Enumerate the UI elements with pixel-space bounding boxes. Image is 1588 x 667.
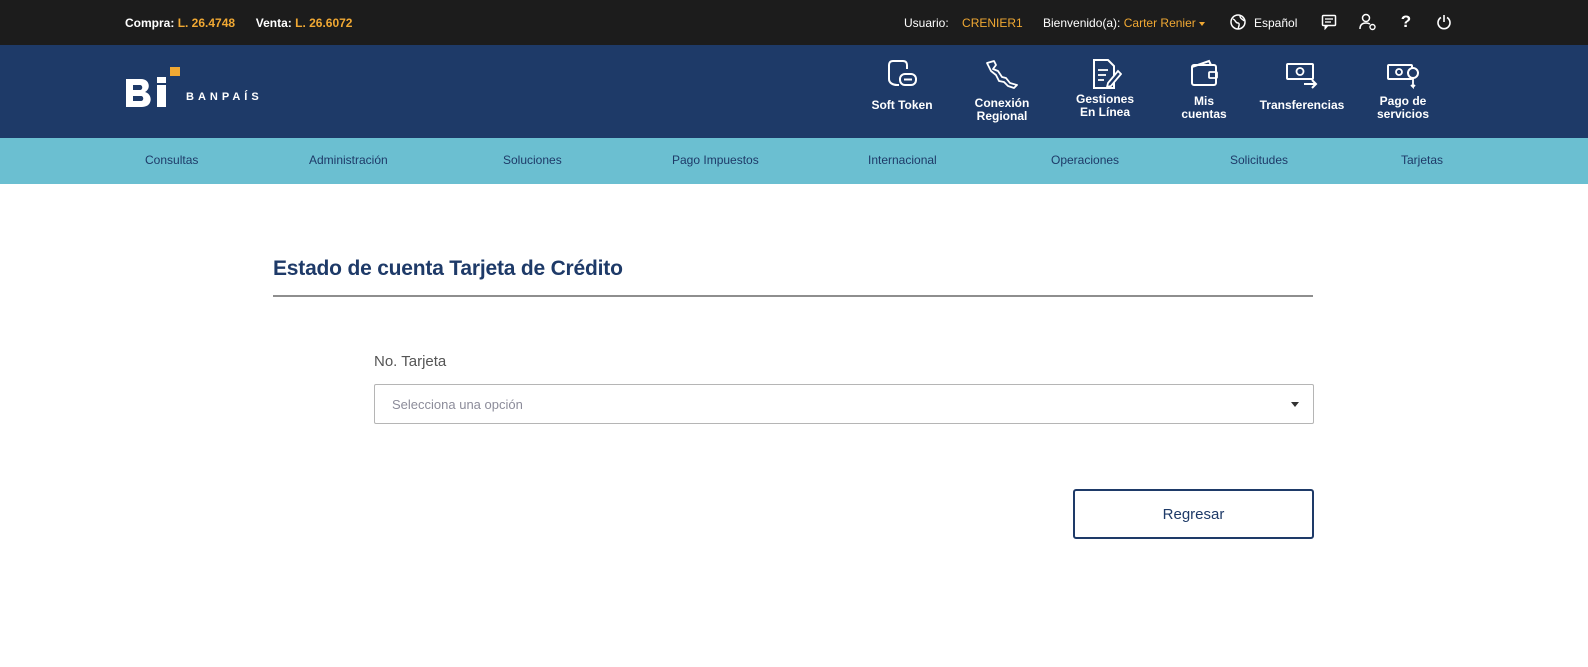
- nav-operaciones[interactable]: Operaciones: [1051, 153, 1119, 167]
- usuario-label: Usuario:: [904, 16, 949, 30]
- exchange-rates: Compra: L. 26.4748 Venta: L. 26.6072: [125, 16, 352, 30]
- logo-bi-mark: [124, 67, 180, 117]
- nav-solicitudes[interactable]: Solicitudes: [1230, 153, 1288, 167]
- quick-link-gestiones[interactable]: Gestiones En Línea: [1062, 45, 1148, 138]
- messages-icon[interactable]: [1319, 12, 1339, 32]
- chevron-down-icon: [1198, 21, 1205, 26]
- nav-internacional[interactable]: Internacional: [868, 153, 937, 167]
- compra-value: L. 26.4748: [177, 16, 236, 30]
- language-label[interactable]: Español: [1254, 16, 1297, 30]
- logo-text: BANPAÍS: [186, 91, 263, 103]
- page-title: Estado de cuenta Tarjeta de Crédito: [273, 257, 623, 280]
- soft-token-label: Soft Token: [871, 98, 933, 112]
- nav-pago-impuestos[interactable]: Pago Impuestos: [672, 153, 759, 167]
- nav-soluciones[interactable]: Soluciones: [503, 153, 562, 167]
- main-header: BANPAÍS Soft Token Conexión Regional Ges…: [0, 45, 1588, 138]
- quick-link-soft-token[interactable]: Soft Token: [862, 45, 942, 138]
- nav-administracion[interactable]: Administración: [309, 153, 388, 167]
- quick-link-pago-servicios[interactable]: Pago de servicios: [1360, 45, 1446, 138]
- power-icon[interactable]: [1434, 12, 1454, 32]
- gestiones-label-2: En Línea: [1079, 105, 1130, 119]
- quick-link-conexion-regional[interactable]: Conexión Regional: [962, 45, 1042, 138]
- bienvenido-label: Bienvenido(a):: [1043, 16, 1121, 30]
- conexion-label-2: Regional: [976, 109, 1028, 123]
- quick-link-transferencias[interactable]: Transferencias: [1252, 45, 1352, 138]
- language-selector[interactable]: Español: [1230, 13, 1297, 33]
- quick-link-mis-cuentas[interactable]: Mis cuentas: [1166, 45, 1242, 138]
- money-transfer-icon: [1286, 63, 1318, 89]
- card-number-placeholder: Selecciona una opción: [392, 397, 523, 412]
- wallet-icon: [1191, 59, 1218, 86]
- soft-token-icon: [888, 60, 917, 86]
- globe-icon: [1230, 13, 1246, 33]
- venta-value: L. 26.6072: [295, 16, 353, 30]
- usuario-value: CRENIER1: [962, 16, 1023, 30]
- help-icon[interactable]: ?: [1396, 12, 1416, 32]
- pago-servicios-label-2: servicios: [1376, 107, 1430, 121]
- map-region-icon: [986, 60, 1018, 89]
- nav-consultas[interactable]: Consultas: [145, 153, 198, 167]
- bienvenido-user[interactable]: Carter Renier: [1124, 16, 1196, 30]
- card-number-label: No. Tarjeta: [374, 353, 447, 370]
- transferencias-label: Transferencias: [1259, 98, 1345, 112]
- chevron-down-icon: [1291, 402, 1299, 407]
- banpais-logo[interactable]: BANPAÍS: [124, 67, 263, 117]
- card-number-select[interactable]: Selecciona una opción: [374, 384, 1314, 424]
- nav-tarjetas[interactable]: Tarjetas: [1401, 153, 1443, 167]
- main-nav: Consultas Administración Soluciones Pago…: [0, 138, 1588, 184]
- back-button[interactable]: Regresar: [1073, 489, 1314, 539]
- venta-label: Venta:: [255, 16, 292, 30]
- user-info: Usuario: CRENIER1: [904, 16, 1023, 30]
- title-divider: [273, 295, 1313, 297]
- mis-cuentas-label-2: cuentas: [1181, 107, 1227, 121]
- welcome-menu[interactable]: Bienvenido(a): Carter Renier: [1043, 16, 1205, 30]
- service-payment-icon: [1387, 64, 1419, 90]
- document-edit-icon: [1093, 59, 1122, 89]
- user-settings-icon[interactable]: [1358, 12, 1378, 32]
- compra-label: Compra:: [125, 16, 175, 30]
- top-bar: Compra: L. 26.4748 Venta: L. 26.6072 Usu…: [0, 0, 1588, 45]
